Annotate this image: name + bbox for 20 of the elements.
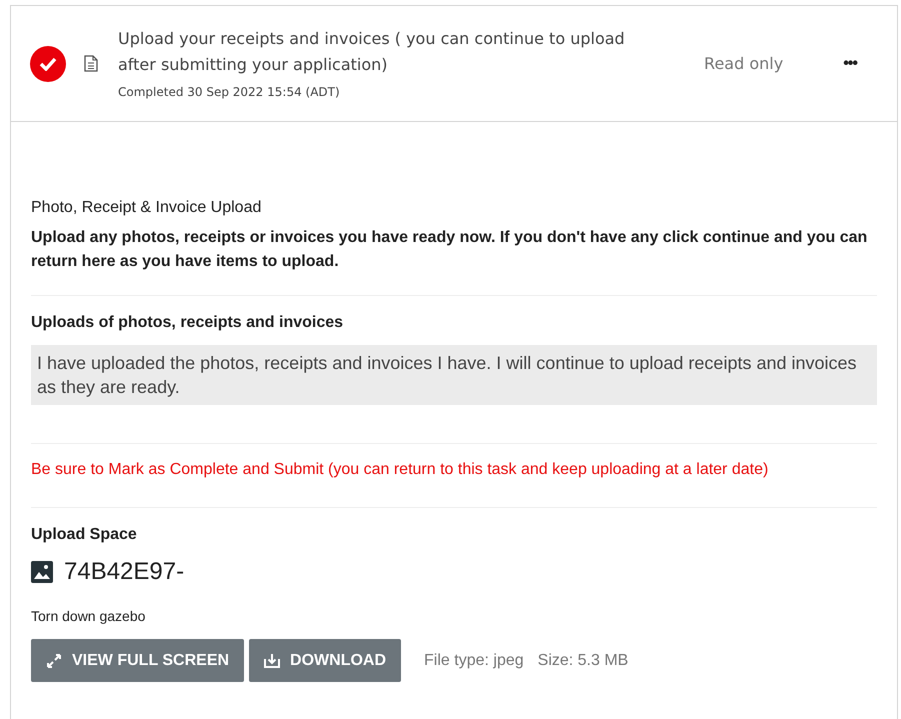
- warning-text: Be sure to Mark as Complete and Submit (you can return to this task and keep uploading at a later date): [31, 460, 770, 480]
- upload-space-label: Upload Space: [31, 525, 138, 545]
- access-label: Read only: [704, 52, 784, 74]
- more-menu-button[interactable]: •••: [843, 52, 857, 76]
- file-caption: Torn down gazebo: [31, 607, 146, 626]
- section-label: Photo, Receipt & Invoice Upload: [31, 198, 262, 218]
- instructions-text: Upload any photos, receipts or invoices you have ready now. If you don't have any click continue and you can return here as you have items to upload.: [31, 228, 868, 272]
- field-label: Uploads of photos, receipts and invoices: [31, 313, 344, 333]
- download-button[interactable]: DOWNLOAD: [249, 639, 402, 682]
- file-name: 74B42E97-: [64, 557, 184, 587]
- task-title: Upload your receipts and invoices ( you can continue to upload after submitting your application): [118, 28, 626, 76]
- file-type-text: File type: jpeg: [424, 650, 524, 670]
- expand-icon: [46, 652, 62, 668]
- view-full-screen-button[interactable]: VIEW FULL SCREEN: [31, 639, 244, 682]
- answer-value: I have uploaded the photos, receipts and invoices I have. I will continue to upload receipts and invoices as they are ready.: [31, 345, 877, 405]
- document-icon: [84, 55, 98, 72]
- image-icon: [31, 561, 53, 583]
- completed-date: Completed 30 Sep 2022 15:54 (ADT): [118, 84, 341, 101]
- download-icon: [264, 652, 280, 668]
- file-size-text: Size: 5.3 MB: [538, 650, 628, 670]
